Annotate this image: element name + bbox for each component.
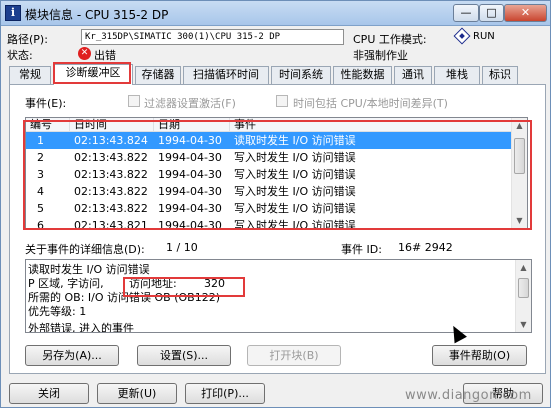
tab-performance-data[interactable]: 性能数据 [333, 66, 392, 84]
tab-stacks[interactable]: 堆栈 [434, 66, 480, 84]
column-time[interactable]: 日时间 [70, 118, 154, 132]
cpu-mode-value: RUN [473, 31, 495, 42]
event-row[interactable]: 3 02:13:43.822 1994-04-30 写入时发生 I/O 访问错误 [26, 166, 513, 183]
event-time: 02:13:43.822 [74, 185, 148, 198]
detail-line: 所需的 OB: I/O 访问错误 OB (OB122) [28, 291, 220, 304]
module-info-window: i 模块信息 - CPU 315-2 DP — □ ✕ 路径(P): Kr_31… [0, 0, 551, 408]
tab-memory[interactable]: 存储器 [135, 66, 181, 84]
event-time: 02:13:43.822 [74, 168, 148, 181]
event-no: 5 [37, 202, 44, 215]
event-text: 读取时发生 I/O 访问错误 [234, 134, 356, 147]
scroll-thumb[interactable] [514, 138, 525, 174]
event-help-button[interactable]: 事件帮助(O) [432, 345, 527, 366]
details-label: 关于事件的详细信息(D): [25, 243, 145, 256]
open-block-button[interactable]: 打开块(B) [247, 345, 341, 366]
settings-button[interactable]: 设置(S)... [137, 345, 231, 366]
path-field[interactable]: Kr_315DP\SIMATIC 300(1)\CPU 315-2 DP [81, 29, 344, 45]
save-as-button[interactable]: 另存为(A)... [25, 345, 119, 366]
column-event[interactable]: 事件 [230, 118, 513, 132]
close-button[interactable]: 关闭 [9, 383, 89, 404]
path-label: 路径(P): [7, 33, 48, 46]
scroll-thumb[interactable] [518, 278, 529, 298]
maximize-button[interactable]: □ [479, 4, 504, 22]
event-details-box[interactable]: 读取时发生 I/O 访问错误 P 区域, 字访问, 访问地址: 320 所需的 … [25, 259, 532, 333]
detail-line: 读取时发生 I/O 访问错误 [28, 263, 150, 276]
window-title: 模块信息 - CPU 315-2 DP [25, 8, 169, 22]
scroll-up-icon[interactable]: ▲ [516, 260, 531, 275]
events-list[interactable]: 编号 日时间 日期 事件 1 02:13:43.824 1994-04-30 读… [25, 117, 528, 229]
tab-diagnostic-buffer[interactable]: 诊断缓冲区 [53, 64, 133, 85]
event-date: 1994-04-30 [158, 219, 222, 229]
event-row[interactable]: 6 02:13:43.821 1994-04-30 写入时发生 I/O 访问错误 [26, 217, 513, 229]
update-button[interactable]: 更新(U) [97, 383, 177, 404]
detail-line: P 区域, 字访问, [28, 277, 104, 290]
event-text: 写入时发生 I/O 访问错误 [234, 202, 356, 215]
watermark: www.diangon.com [405, 388, 532, 403]
event-date: 1994-04-30 [158, 185, 222, 198]
close-window-button[interactable]: ✕ [504, 4, 547, 22]
scroll-down-icon[interactable]: ▼ [516, 317, 531, 332]
column-date[interactable]: 日期 [154, 118, 230, 132]
details-counter: 1 / 10 [166, 241, 198, 254]
event-time: 02:13:43.822 [74, 151, 148, 164]
events-label: 事件(E): [25, 97, 67, 110]
filter-checkbox[interactable] [128, 95, 140, 107]
detail-line: 外部错误, 进入的事件 [28, 322, 134, 333]
tab-time-system[interactable]: 时间系统 [271, 66, 331, 84]
event-row[interactable]: 2 02:13:43.822 1994-04-30 写入时发生 I/O 访问错误 [26, 149, 513, 166]
event-no: 6 [37, 219, 44, 229]
status-label: 状态: [7, 49, 33, 62]
event-time: 02:13:43.824 [74, 134, 148, 147]
event-time: 02:13:43.821 [74, 219, 148, 229]
tab-communication[interactable]: 通讯 [394, 66, 432, 84]
events-scrollbar[interactable]: ▲ ▼ [511, 118, 527, 228]
event-date: 1994-04-30 [158, 202, 222, 215]
event-date: 1994-04-30 [158, 134, 222, 147]
event-text: 写入时发生 I/O 访问错误 [234, 185, 356, 198]
app-icon: i [5, 5, 21, 21]
event-id-label: 事件 ID: [341, 243, 382, 256]
title-bar: i 模块信息 - CPU 315-2 DP — □ ✕ [1, 1, 550, 26]
event-text: 写入时发生 I/O 访问错误 [234, 151, 356, 164]
run-status-icon [453, 27, 471, 45]
event-date: 1994-04-30 [158, 168, 222, 181]
event-no: 4 [37, 185, 44, 198]
details-scrollbar[interactable]: ▲ ▼ [515, 260, 531, 332]
minimize-button[interactable]: — [453, 4, 479, 22]
filter-label: 过滤器设置激活(F) [144, 97, 236, 110]
column-no[interactable]: 编号 [26, 118, 70, 132]
force-status: 非强制作业 [353, 49, 408, 62]
detail-line: 优先等级: 1 [28, 305, 87, 318]
access-address-label: 访问地址: [129, 277, 177, 290]
event-row[interactable]: 1 02:13:43.824 1994-04-30 读取时发生 I/O 访问错误 [26, 132, 513, 149]
event-text: 写入时发生 I/O 访问错误 [234, 168, 356, 181]
status-value: 出错 [94, 49, 116, 62]
event-date: 1994-04-30 [158, 151, 222, 164]
time-difference-checkbox[interactable] [276, 95, 288, 107]
tab-strip: 常规 诊断缓冲区 存储器 扫描循环时间 时间系统 性能数据 通讯 堆栈 标识 [9, 64, 549, 85]
events-list-header: 编号 日时间 日期 事件 [26, 118, 513, 132]
event-text: 写入时发生 I/O 访问错误 [234, 219, 356, 229]
time-difference-label: 时间包括 CPU/本地时间差异(T) [293, 97, 448, 110]
event-id-value: 16# 2942 [398, 241, 453, 254]
event-no: 1 [37, 134, 44, 147]
cpu-mode-label: CPU 工作模式: [353, 33, 427, 46]
scroll-down-icon[interactable]: ▼ [512, 213, 527, 228]
access-address-value: 320 [204, 277, 225, 290]
event-no: 3 [37, 168, 44, 181]
tab-identification[interactable]: 标识 [482, 66, 518, 84]
event-row[interactable]: 5 02:13:43.822 1994-04-30 写入时发生 I/O 访问错误 [26, 200, 513, 217]
event-no: 2 [37, 151, 44, 164]
event-row[interactable]: 4 02:13:43.822 1994-04-30 写入时发生 I/O 访问错误 [26, 183, 513, 200]
tab-general[interactable]: 常规 [9, 66, 51, 84]
tab-scan-cycle-time[interactable]: 扫描循环时间 [183, 66, 269, 84]
event-time: 02:13:43.822 [74, 202, 148, 215]
scroll-up-icon[interactable]: ▲ [512, 118, 527, 133]
error-icon: ✕ [78, 47, 91, 60]
print-button[interactable]: 打印(P)... [185, 383, 265, 404]
